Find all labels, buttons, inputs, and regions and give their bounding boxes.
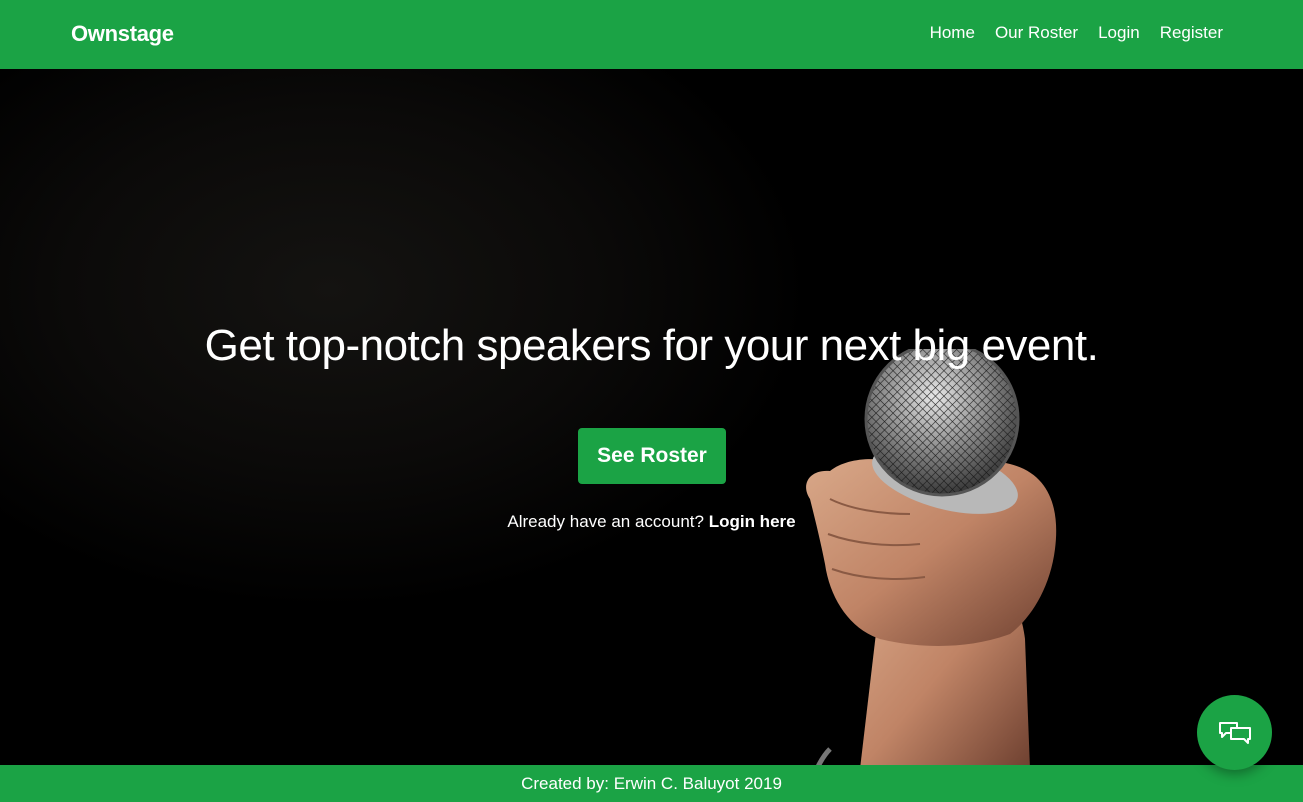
brand-logo[interactable]: Ownstage — [71, 21, 174, 47]
account-prompt: Already have an account? Login here — [0, 512, 1303, 532]
hero-headline: Get top-notch speakers for your next big… — [204, 321, 1099, 370]
footer-credit: Created by: Erwin C. Baluyot 2019 — [521, 774, 782, 793]
nav-register[interactable]: Register — [1160, 23, 1223, 43]
account-prompt-text: Already have an account? — [507, 512, 704, 531]
chat-bubbles-icon — [1218, 721, 1251, 744]
nav-login[interactable]: Login — [1098, 23, 1140, 43]
navbar: Ownstage Home Our Roster Login Register — [0, 0, 1303, 69]
nav-home[interactable]: Home — [930, 23, 975, 43]
login-here-link[interactable]: Login here — [709, 512, 796, 531]
chat-button[interactable] — [1197, 695, 1272, 770]
see-roster-button[interactable]: See Roster — [578, 428, 726, 484]
microphone-hand-image — [806, 349, 1057, 765]
nav-our-roster[interactable]: Our Roster — [995, 23, 1078, 43]
footer: Created by: Erwin C. Baluyot 2019 — [0, 765, 1303, 802]
hero-section: Get top-notch speakers for your next big… — [0, 69, 1303, 765]
nav-links: Home Our Roster Login Register — [910, 23, 1223, 43]
